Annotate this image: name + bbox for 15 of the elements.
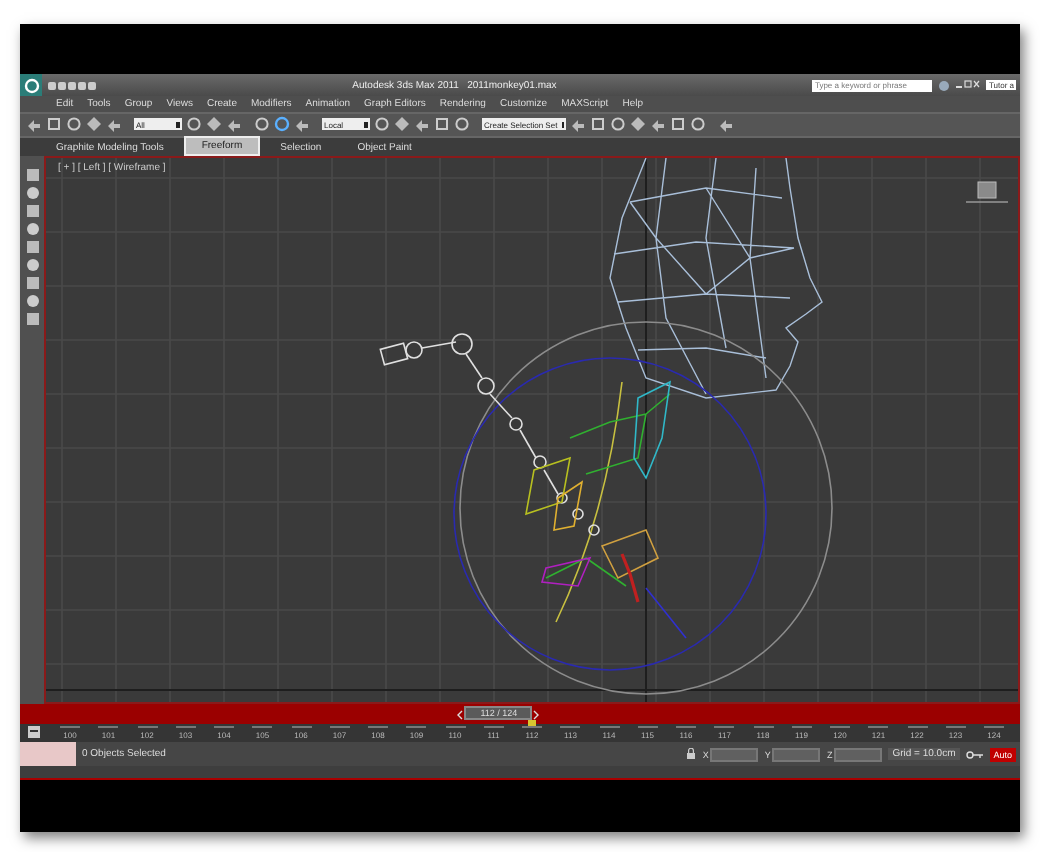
undo-icon[interactable] [26,116,42,133]
window-controls-icon[interactable] [956,80,981,90]
app-logo-icon[interactable] [20,74,42,96]
viewcube-icon[interactable] [965,181,1009,204]
maxscript-listener[interactable] [20,742,76,767]
key-icon[interactable] [965,749,984,760]
rotate-icon[interactable] [274,116,290,133]
help-icon[interactable] [938,79,951,91]
coordinate-field[interactable] [772,747,821,762]
coordinate-field[interactable] [710,747,759,762]
coordinate-field[interactable] [834,747,883,762]
previous-frame-icon[interactable] [456,710,465,721]
lock-icon[interactable] [686,748,697,761]
quick-access-toolbar[interactable] [48,81,96,89]
time-configuration-icon[interactable] [26,724,42,741]
